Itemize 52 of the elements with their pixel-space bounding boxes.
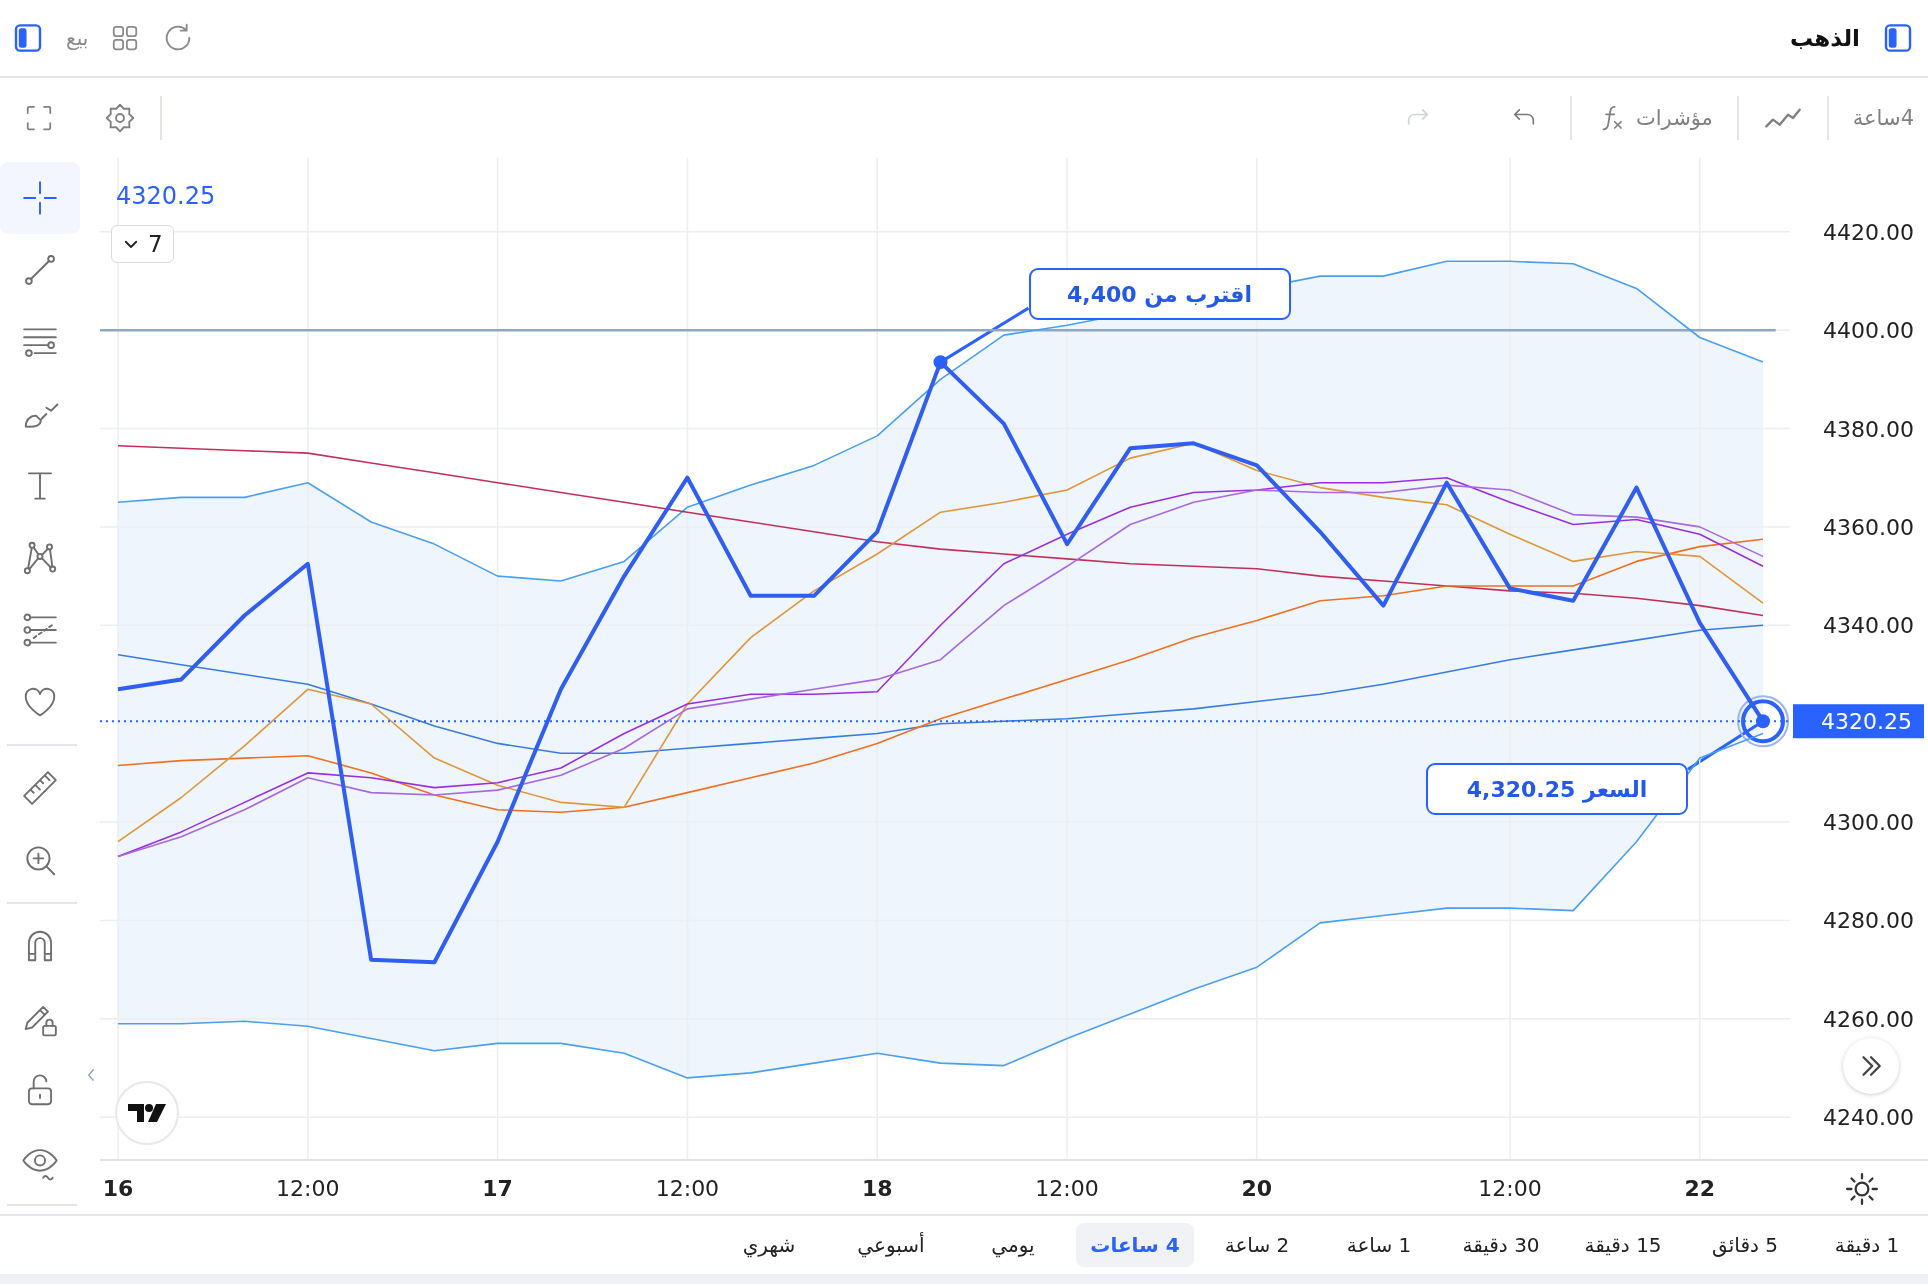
y-axis-label: 4240.00 — [1823, 1105, 1914, 1131]
settings-icon — [104, 102, 136, 134]
panel-toggle-button[interactable] — [12, 22, 44, 54]
x-axis-label: 12:00 — [1035, 1176, 1099, 1201]
y-axis-label: 4380.00 — [1823, 416, 1914, 442]
interval-button[interactable]: 4ساعة — [1838, 106, 1914, 130]
x-axis-label: 12:00 — [1478, 1176, 1542, 1201]
crosshair-icon — [21, 179, 59, 217]
fibonacci-icon — [21, 611, 59, 649]
x-axis-label: 16 — [102, 1176, 134, 1201]
y-axis-label: 4340.00 — [1823, 613, 1914, 639]
logo-icon — [127, 1101, 167, 1125]
y-axis-label: 4280.00 — [1823, 908, 1914, 934]
interval-tab[interactable]: يومي — [954, 1223, 1072, 1267]
interval-tab[interactable]: شهري — [710, 1223, 828, 1267]
callout-label: اقترب من 4,400 — [1028, 268, 1291, 321]
y-axis-label: 4300.00 — [1823, 810, 1914, 836]
panel-icon — [12, 22, 44, 54]
interval-tab[interactable]: 30 دقيقة — [1442, 1223, 1560, 1267]
x-axis-label: 18 — [861, 1176, 893, 1201]
pattern-icon — [21, 539, 59, 577]
interval-tab[interactable]: 15 دقيقة — [1564, 1223, 1682, 1267]
y-axis-label: 4420.00 — [1823, 219, 1914, 245]
indicators-button[interactable]: مؤشرات — [1581, 103, 1727, 133]
x-axis-label: 20 — [1241, 1176, 1273, 1201]
theme-button[interactable] — [1845, 1172, 1879, 1206]
y-axis-label: 4360.00 — [1823, 514, 1914, 540]
y-axis-label: 4260.00 — [1823, 1006, 1914, 1032]
x-axis-label: 12:00 — [655, 1176, 720, 1201]
price-tag: 4320.25 — [1793, 704, 1924, 739]
fullscreen-icon — [24, 103, 54, 133]
price-marker — [1737, 695, 1789, 748]
x-axis-label: 17 — [482, 1176, 513, 1201]
panel-icon — [1882, 22, 1914, 54]
interval-tab[interactable]: 1 دقيقة — [1808, 1223, 1926, 1267]
scroll-to-latest-button[interactable] — [1843, 1038, 1899, 1094]
y-axis-label: 4400.00 — [1823, 318, 1914, 344]
interval-tab[interactable]: 1 ساعة — [1320, 1223, 1438, 1267]
sun-icon — [1845, 1172, 1879, 1206]
ruler-icon — [21, 769, 59, 807]
panel-toggle-button[interactable] — [1882, 22, 1914, 54]
price-value: 4320.25 — [116, 182, 216, 210]
point-marker — [933, 355, 948, 370]
interval-tab[interactable]: أسبوعي — [832, 1223, 950, 1267]
x-axis-label: 22 — [1684, 1176, 1716, 1201]
x-axis-label: 12:00 — [276, 1176, 340, 1201]
interval-tab[interactable]: 4 ساعات — [1076, 1223, 1194, 1267]
interval-tab[interactable]: 2 ساعة — [1198, 1223, 1316, 1267]
period-dropdown[interactable]: 7 — [111, 225, 174, 263]
interval-tab[interactable]: 5 دقائق — [1686, 1223, 1804, 1267]
callout-label: السعر 4,320.25 — [1426, 763, 1688, 816]
symbol-title: الذهب — [1789, 25, 1860, 51]
